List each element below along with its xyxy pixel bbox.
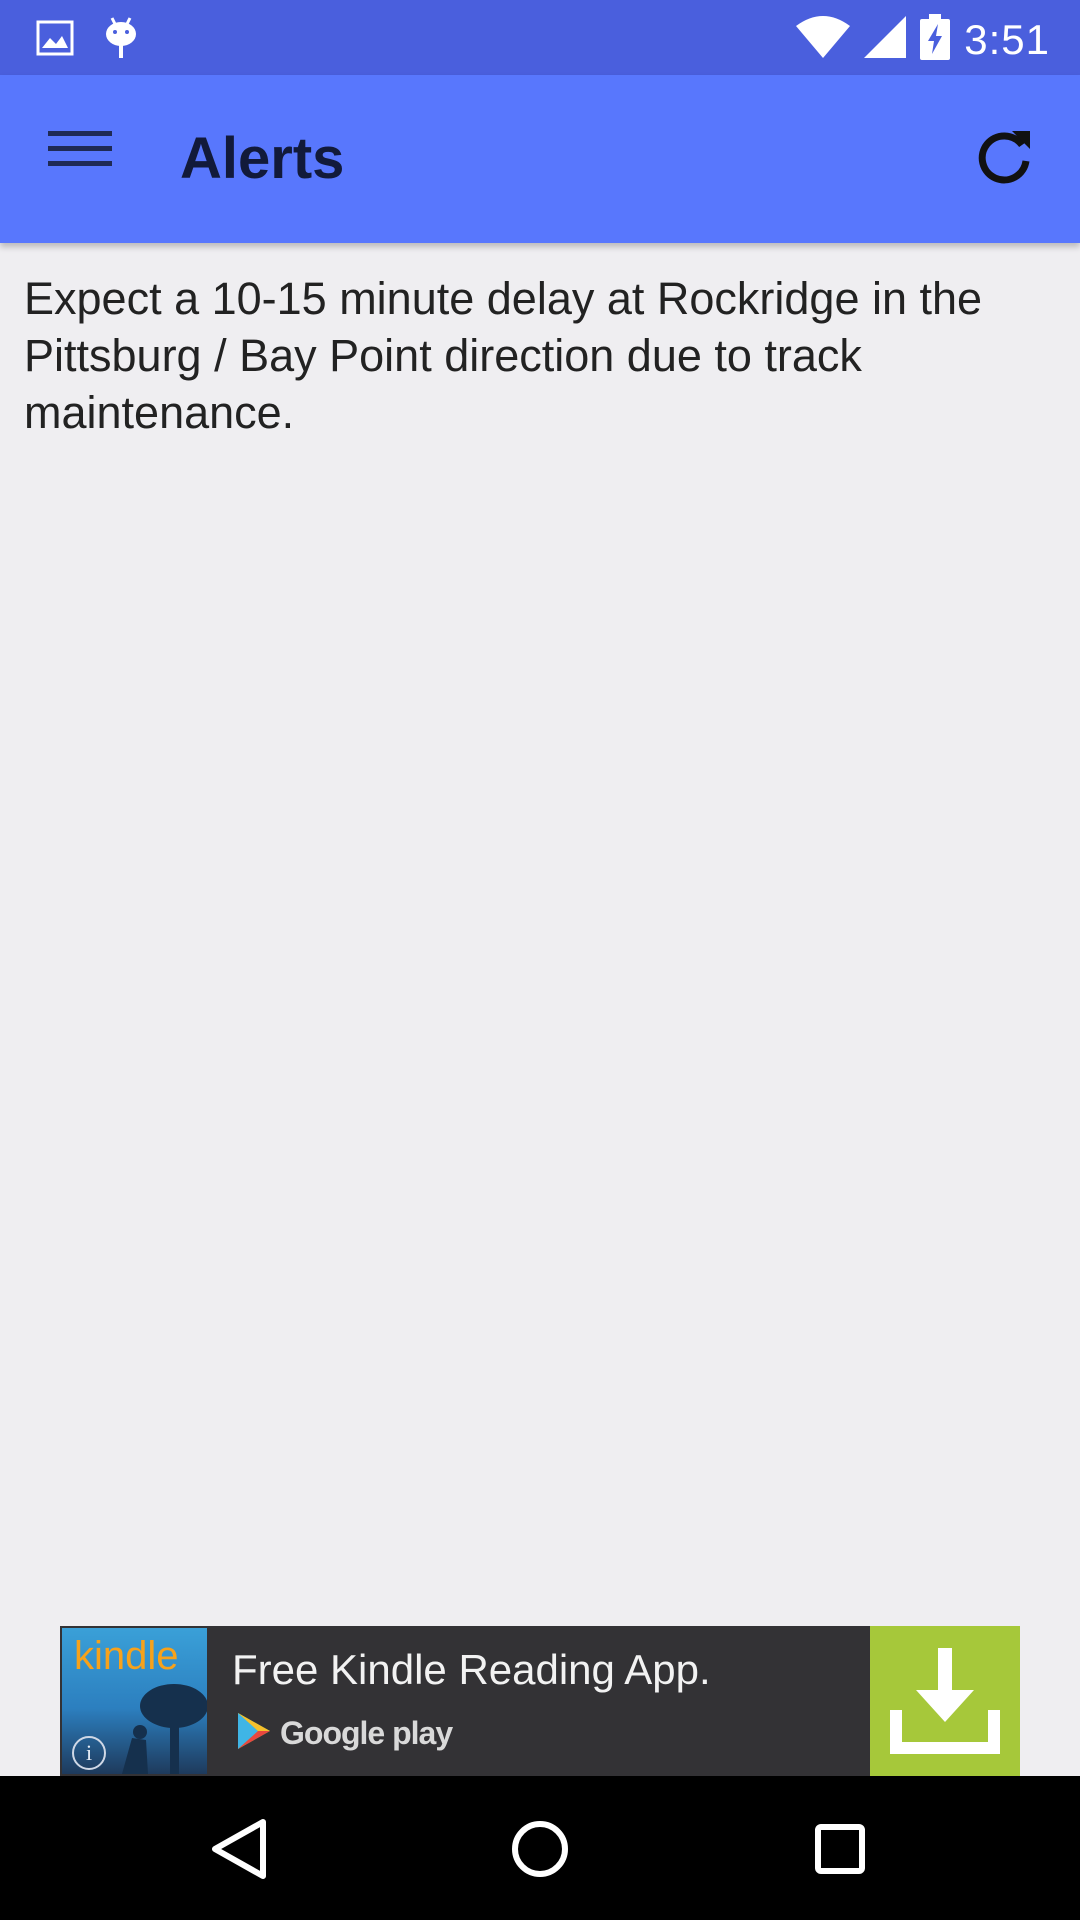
- refresh-button[interactable]: [972, 125, 1044, 197]
- kindle-logo: kindle i: [62, 1628, 207, 1774]
- ad-banner[interactable]: kindle i Free Kindle Reading App. Google…: [60, 1626, 1020, 1776]
- page-title: Alerts: [180, 126, 345, 191]
- recents-button[interactable]: [805, 1814, 875, 1884]
- cell-signal-icon: [864, 16, 907, 63]
- back-button[interactable]: [205, 1814, 275, 1884]
- recents-icon: [805, 1824, 875, 1888]
- battery-charging-icon: [920, 14, 951, 65]
- google-play-label: Google play: [280, 1715, 453, 1751]
- refresh-icon: [972, 131, 1036, 193]
- status-bar: 3:51: [0, 0, 1080, 75]
- google-play-icon: [236, 1711, 272, 1756]
- alert-message: Expect a 10-15 minute delay at Rockridge…: [24, 273, 983, 438]
- google-play-badge: Google play: [236, 1711, 453, 1756]
- app-bar: Alerts: [0, 75, 1080, 243]
- home-button[interactable]: [505, 1814, 575, 1884]
- home-icon: [505, 1821, 575, 1888]
- system-nav-bar: [0, 1776, 1080, 1920]
- image-notification-icon: [36, 20, 74, 61]
- ad-headline: Free Kindle Reading App.: [232, 1646, 711, 1693]
- status-time: 3:51: [964, 15, 1050, 63]
- ad-info-icon[interactable]: i: [72, 1736, 106, 1770]
- ad-download-button[interactable]: [870, 1626, 1020, 1776]
- android-notification-icon: [104, 16, 138, 65]
- back-icon: [205, 1819, 275, 1888]
- hamburger-menu-icon: [48, 131, 112, 175]
- wifi-icon: [796, 16, 851, 63]
- menu-button[interactable]: [48, 127, 120, 191]
